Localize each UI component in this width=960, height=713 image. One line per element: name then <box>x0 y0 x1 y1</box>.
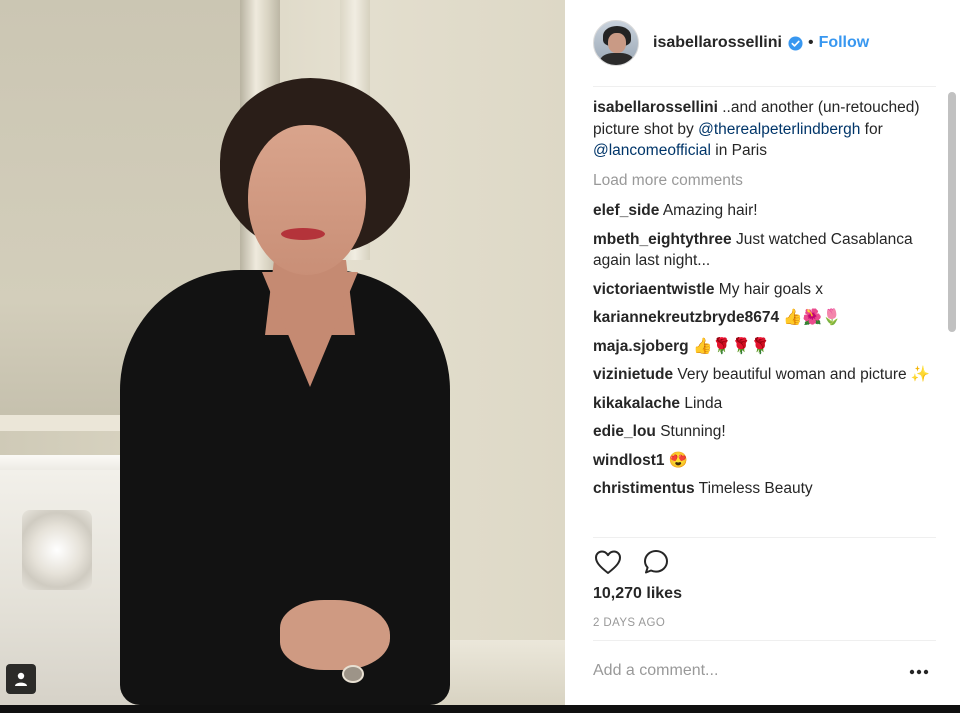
more-options-icon[interactable] <box>907 660 931 684</box>
comment-item: elef_side Amazing hair! <box>593 200 933 222</box>
person-hands <box>280 600 390 670</box>
comment-text: Very beautiful woman and picture ✨ <box>677 366 931 383</box>
add-comment-input[interactable] <box>593 655 893 687</box>
scrollbar-thumb[interactable] <box>948 92 956 332</box>
post-photo[interactable] <box>0 0 565 705</box>
comment-username[interactable]: kariannekreutzbryde8674 <box>593 309 779 326</box>
comments-scrollbar[interactable] <box>948 92 956 532</box>
comment-input-divider <box>593 640 936 641</box>
heart-icon[interactable] <box>591 545 625 579</box>
post-actions <box>591 545 687 579</box>
comment-item: victoriaentwistle My hair goals x <box>593 279 933 301</box>
comment-item: kariannekreutzbryde8674 👍🌺🌷 <box>593 307 933 329</box>
comment-username[interactable]: windlost1 <box>593 452 664 469</box>
caption-username[interactable]: isabellarossellini <box>593 99 718 116</box>
person-tag-icon[interactable] <box>6 664 36 694</box>
comment-item: kikakalache Linda <box>593 393 933 415</box>
likes-count[interactable]: 10,270 likes <box>593 585 682 603</box>
comment-username[interactable]: edie_lou <box>593 423 656 440</box>
comment-text: Amazing hair! <box>662 202 758 219</box>
person-lips <box>281 228 325 240</box>
comment-text: 👍🌹🌹🌹 <box>692 337 771 355</box>
follow-button[interactable]: Follow <box>819 34 870 52</box>
comments-list[interactable]: isabellarossellini ..and another (un-ret… <box>593 97 933 535</box>
header-divider <box>593 86 936 87</box>
comment-item: christimentus Timeless Beauty <box>593 478 933 500</box>
speech-bubble-icon[interactable] <box>639 545 673 579</box>
comment-item: edie_lou Stunning! <box>593 421 933 443</box>
person-ring <box>342 665 364 683</box>
post-timestamp[interactable]: 2 DAYS AGO <box>593 617 665 629</box>
caption-mention[interactable]: @lancomeofficial <box>593 142 711 159</box>
page-bottom-strip <box>0 705 960 713</box>
comment-username[interactable]: kikakalache <box>593 395 680 412</box>
comment-item: windlost1 😍 <box>593 450 933 472</box>
comment-item: mbeth_eightythree Just watched Casablanc… <box>593 229 933 272</box>
verified-badge-icon <box>788 35 803 51</box>
comment-username[interactable]: victoriaentwistle <box>593 281 714 298</box>
post-side-panel: isabellarossellini • Follow isabellaross… <box>565 0 960 705</box>
comment-text: My hair goals x <box>718 280 824 298</box>
actions-divider <box>593 537 936 538</box>
header-separator: • <box>807 34 814 51</box>
comment-text: Linda <box>684 394 723 412</box>
post-caption: isabellarossellini ..and another (un-ret… <box>593 97 933 162</box>
comment-text: 😍 <box>668 451 689 469</box>
comment-item: vizinietude Very beautiful woman and pic… <box>593 364 933 386</box>
comment-text: Stunning! <box>660 423 726 440</box>
caption-text: in Paris <box>710 142 767 159</box>
person-face <box>248 125 366 275</box>
comment-text: Timeless Beauty <box>698 480 813 497</box>
comment-username[interactable]: mbeth_eightythree <box>593 231 732 248</box>
load-more-comments-button[interactable]: Load more comments <box>593 170 933 192</box>
comment-item: maja.sjoberg 👍🌹🌹🌹 <box>593 336 933 358</box>
comment-username[interactable]: vizinietude <box>593 366 673 383</box>
comment-username[interactable]: maja.sjoberg <box>593 338 689 355</box>
comment-username[interactable]: elef_side <box>593 202 659 219</box>
header-username[interactable]: isabellarossellini <box>653 34 782 52</box>
post-header: isabellarossellini • Follow <box>565 0 960 86</box>
caption-text: for <box>860 120 883 138</box>
mantel-rosette <box>22 510 92 590</box>
caption-mention[interactable]: @therealpeterlindbergh <box>698 121 860 138</box>
comment-text: 👍🌺🌷 <box>783 309 842 326</box>
comment-username[interactable]: christimentus <box>593 480 695 497</box>
avatar[interactable] <box>593 20 639 66</box>
